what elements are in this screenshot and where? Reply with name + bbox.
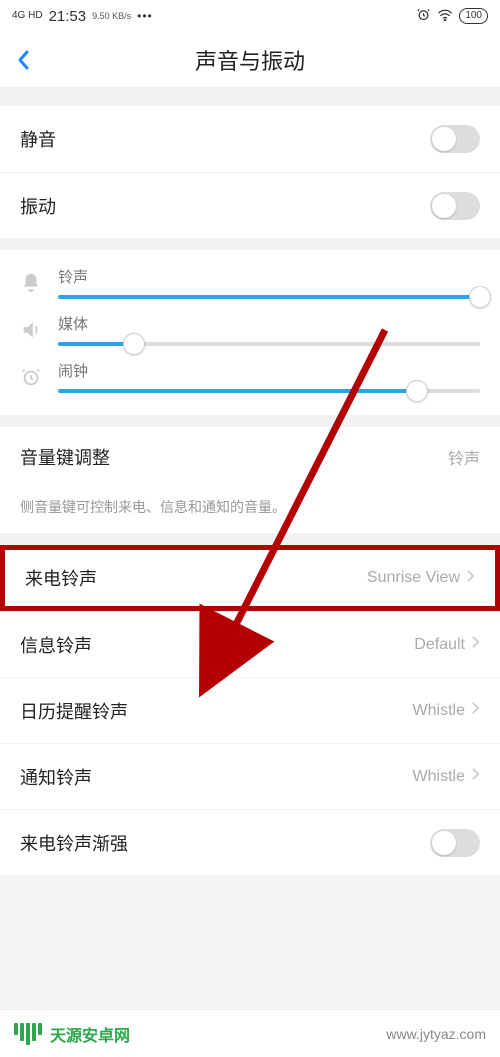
data-speed: 9.50 KB/s xyxy=(92,12,131,21)
battery-indicator: 100 xyxy=(459,8,488,24)
vibrate-label: 振动 xyxy=(20,193,56,219)
watermark-url: www.jytyaz.com xyxy=(386,1026,486,1042)
notify-ringtone-row[interactable]: 通知铃声 Whistle xyxy=(0,743,500,809)
alarm-slider[interactable] xyxy=(58,389,480,393)
notify-ringtone-value: Whistle xyxy=(413,767,480,786)
ascend-toggle[interactable] xyxy=(430,829,480,857)
sound-group: 来电铃声 Sunrise View 信息铃声 Default 日历提醒铃声 Wh… xyxy=(0,545,500,875)
notify-ringtone-label: 通知铃声 xyxy=(20,764,92,790)
calendar-ringtone-value: Whistle xyxy=(413,701,480,720)
network-indicator: 4G HD xyxy=(12,11,43,21)
alarm-icon xyxy=(416,7,431,25)
vibrate-row[interactable]: 振动 xyxy=(0,172,500,238)
ringtone-slider-label: 铃声 xyxy=(58,266,480,287)
media-slider[interactable] xyxy=(58,342,480,346)
sms-ringtone-label: 信息铃声 xyxy=(20,632,92,658)
mute-toggle[interactable] xyxy=(430,125,480,153)
page-header: 声音与振动 xyxy=(0,32,500,88)
volume-key-desc: 侧音量键可控制来电、信息和通知的音量。 xyxy=(0,487,500,533)
media-slider-label: 媒体 xyxy=(58,313,480,334)
chevron-right-icon xyxy=(471,635,480,654)
back-button[interactable] xyxy=(0,32,48,88)
mute-label: 静音 xyxy=(20,126,56,152)
ringtone-slider-row: 铃声 xyxy=(0,256,500,303)
volume-key-group: 音量键调整 铃声 侧音量键可控制来电、信息和通知的音量。 xyxy=(0,427,500,533)
watermark-brand: 天源安卓网 xyxy=(50,1022,130,1046)
volume-key-label: 音量键调整 xyxy=(20,444,110,470)
alarm-slider-row: 闹钟 xyxy=(0,350,500,397)
ascend-ringtone-row[interactable]: 来电铃声渐强 xyxy=(0,809,500,875)
alarm-clock-icon xyxy=(16,366,46,388)
clock: 21:53 xyxy=(49,8,87,25)
page-title: 声音与振动 xyxy=(0,44,500,76)
toggle-group: 静音 振动 xyxy=(0,106,500,238)
alarm-slider-label: 闹钟 xyxy=(58,360,480,381)
sms-ringtone-row[interactable]: 信息铃声 Default xyxy=(0,611,500,677)
mute-row[interactable]: 静音 xyxy=(0,106,500,172)
watermark-logo-icon xyxy=(14,1023,42,1045)
calendar-ringtone-label: 日历提醒铃声 xyxy=(20,698,128,724)
speaker-icon xyxy=(16,319,46,341)
wifi-icon xyxy=(437,8,453,24)
incoming-ringtone-label: 来电铃声 xyxy=(25,565,97,591)
chevron-right-icon xyxy=(471,767,480,786)
volume-key-row[interactable]: 音量键调整 铃声 xyxy=(0,427,500,487)
calendar-ringtone-row[interactable]: 日历提醒铃声 Whistle xyxy=(0,677,500,743)
incoming-ringtone-value: Sunrise View xyxy=(367,569,475,588)
ringtone-slider[interactable] xyxy=(58,295,480,299)
ascend-ringtone-label: 来电铃声渐强 xyxy=(20,830,128,856)
volume-sliders: 铃声 媒体 闹钟 xyxy=(0,250,500,415)
more-indicator: ••• xyxy=(137,9,153,23)
media-slider-row: 媒体 xyxy=(0,303,500,350)
status-bar: 4G HD 21:53 9.50 KB/s ••• 100 xyxy=(0,0,500,32)
chevron-right-icon xyxy=(466,569,475,588)
bell-icon xyxy=(16,272,46,294)
chevron-right-icon xyxy=(471,701,480,720)
watermark-bar: 天源安卓网 www.jytyaz.com xyxy=(0,1009,500,1057)
sms-ringtone-value: Default xyxy=(414,635,480,654)
volume-key-value: 铃声 xyxy=(448,445,480,469)
vibrate-toggle[interactable] xyxy=(430,192,480,220)
incoming-ringtone-row[interactable]: 来电铃声 Sunrise View xyxy=(0,545,500,611)
